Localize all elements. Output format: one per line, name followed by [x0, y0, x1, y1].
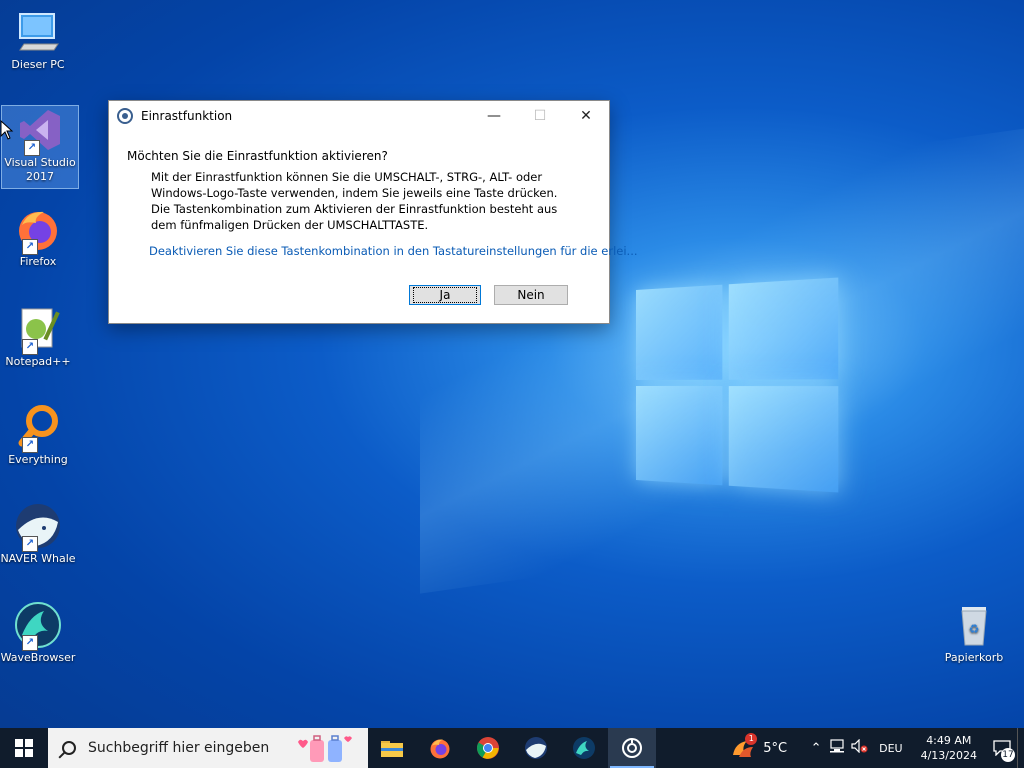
search-placeholder: Suchbegriff hier eingeben: [88, 740, 270, 756]
computer-icon: [14, 8, 62, 56]
system-tray: 1 5°C ⌃ DEU 4:49 AM 4/13/2024 17: [731, 728, 1024, 768]
weather-icon: 1: [731, 733, 758, 759]
desktop-icon-label: Visual Studio 2017: [4, 156, 76, 183]
desktop-icon-firefox[interactable]: ↗ Firefox: [0, 205, 76, 269]
desktop-icon-notepad-plus-plus[interactable]: ↗ Notepad++: [0, 305, 76, 369]
taskbar-wavebrowser[interactable]: [560, 728, 608, 768]
weather-widget[interactable]: 1 5°C: [731, 733, 788, 759]
taskbar: Suchbegriff hier eingeben 1 5°C ⌃ DEU 4:…: [0, 728, 1024, 768]
yes-button-label: Ja: [412, 287, 478, 303]
firefox-icon: [430, 739, 450, 759]
desktop-icon-label: Everything: [8, 453, 68, 466]
everything-search-icon: ↗: [14, 403, 62, 453]
clock-time: 4:49 AM: [926, 734, 972, 747]
minimize-button[interactable]: —: [471, 101, 517, 131]
windows-wallpaper-logo: [636, 277, 839, 493]
close-button[interactable]: ✕: [563, 101, 609, 131]
chrome-icon: [477, 737, 499, 759]
taskbar-firefox[interactable]: [416, 728, 464, 768]
desktop-icon-visual-studio[interactable]: ↗ Visual Studio 2017: [1, 105, 79, 189]
notification-count: 17: [1001, 748, 1015, 762]
weather-badge: 1: [745, 733, 758, 745]
clock[interactable]: 4:49 AM 4/13/2024: [921, 733, 977, 763]
naver-whale-icon: ↗: [14, 502, 62, 552]
firefox-icon: ↗: [14, 205, 62, 255]
clock-date: 4/13/2024: [920, 749, 977, 762]
desktop-icon-this-pc[interactable]: Dieser PC: [0, 8, 76, 72]
folder-icon: [381, 741, 403, 757]
volume-muted-icon[interactable]: [849, 738, 871, 757]
desktop-icon-label: NAVER Whale: [0, 552, 76, 565]
taskbar-file-explorer[interactable]: [368, 728, 416, 768]
naver-whale-icon: [525, 737, 547, 759]
visual-studio-icon: ↗: [16, 106, 64, 156]
taskbar-ease-of-access[interactable]: [608, 728, 656, 768]
dialog-title: Einrastfunktion: [141, 109, 233, 123]
desktop-icon-label: WaveBrowser: [0, 651, 76, 664]
desktop-icon-recycle-bin[interactable]: ♻ Papierkorb: [936, 601, 1012, 665]
shortcut-arrow-icon: ↗: [22, 536, 38, 552]
notification-center-button[interactable]: 17: [987, 728, 1017, 768]
dialog-titlebar[interactable]: Einrastfunktion — ☐ ✕: [109, 101, 609, 131]
accessibility-icon: [117, 108, 133, 124]
keyboard-settings-link[interactable]: Deaktivieren Sie diese Tastenkombination…: [149, 244, 638, 258]
desktop-icon-label: Papierkorb: [944, 651, 1004, 664]
desktop-icon-label: Dieser PC: [11, 58, 65, 71]
shortcut-arrow-icon: ↗: [22, 437, 38, 453]
taskbar-naver-whale[interactable]: [512, 728, 560, 768]
recycle-bin-icon: ♻: [950, 601, 998, 649]
notepad-plus-plus-icon: ↗: [14, 305, 62, 355]
sticky-keys-dialog: Einrastfunktion — ☐ ✕ Möchten Sie die Ei…: [108, 100, 638, 324]
start-button[interactable]: [0, 728, 48, 768]
wavebrowser-icon: [573, 737, 595, 759]
desktop-icon-wavebrowser[interactable]: ↗ WaveBrowser: [0, 601, 76, 665]
maximize-button: ☐: [533, 108, 547, 124]
weather-temperature: 5°C: [763, 740, 788, 756]
desktop-icon-label: Notepad++: [5, 355, 71, 368]
mouse-cursor-icon: [0, 120, 14, 140]
desktop-icon-everything[interactable]: ↗ Everything: [0, 403, 76, 467]
taskbar-chrome[interactable]: [464, 728, 512, 768]
wavebrowser-icon: ↗: [14, 601, 62, 651]
search-icon: [62, 741, 76, 755]
windows-start-icon: [15, 739, 33, 757]
input-language[interactable]: DEU: [879, 742, 902, 755]
chevron-up-icon[interactable]: ⌃: [805, 741, 827, 756]
svg-text:♻: ♻: [969, 622, 980, 636]
accessibility-icon: [622, 738, 642, 758]
shortcut-arrow-icon: ↗: [22, 339, 38, 355]
desktop-icon-label: Firefox: [19, 255, 57, 268]
dialog-body-text: Mit der Einrastfunktion können Sie die U…: [151, 170, 558, 232]
no-button[interactable]: Nein: [494, 285, 568, 305]
travel-luggage-icon: [298, 735, 352, 762]
yes-button[interactable]: Ja: [409, 285, 481, 305]
show-desktop-button[interactable]: [1017, 728, 1024, 768]
shortcut-arrow-icon: ↗: [22, 635, 38, 651]
desktop-icon-naver-whale[interactable]: ↗ NAVER Whale: [0, 502, 76, 566]
shortcut-arrow-icon: ↗: [24, 140, 40, 156]
shortcut-arrow-icon: ↗: [22, 239, 38, 255]
taskbar-search-box[interactable]: Suchbegriff hier eingeben: [48, 728, 368, 768]
dialog-heading: Möchten Sie die Einrastfunktion aktivier…: [127, 149, 388, 163]
network-icon[interactable]: [827, 739, 849, 757]
